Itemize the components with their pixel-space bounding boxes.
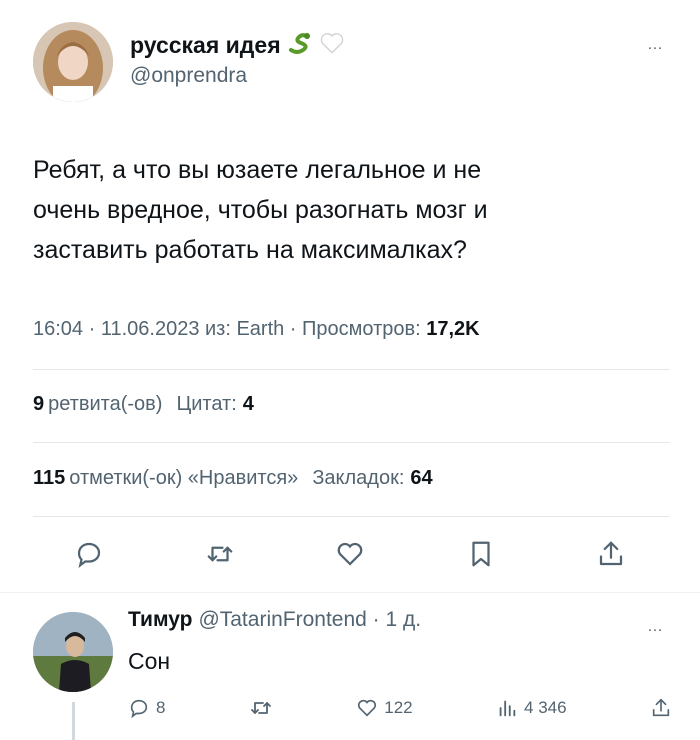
views-chart-icon: [499, 700, 516, 717]
bookmarks-count: 64: [410, 467, 433, 489]
more-icon[interactable]: …: [647, 36, 664, 54]
divider: [0, 592, 700, 593]
retweet-icon[interactable]: [203, 537, 237, 571]
reply-reply-button[interactable]: 8: [128, 697, 165, 719]
reply-replies-count: 8: [156, 698, 166, 717]
bookmarks-label: Закладок:: [312, 467, 405, 489]
reply-views-button[interactable]: 4 346: [496, 697, 567, 719]
divider: [33, 516, 670, 517]
reply-handle-time[interactable]: @TatarinFrontend · 1 д.: [198, 608, 421, 632]
reply-text: Сон: [128, 648, 171, 674]
tweet-meta: 16:04 · 11.06.2023 из: Earth · Просмотро…: [33, 318, 480, 341]
divider: [33, 369, 670, 370]
reply-icon[interactable]: [72, 537, 106, 571]
tweet-timestamp-source: 16:04 · 11.06.2023 из: Earth · Просмотро…: [33, 318, 427, 340]
quotes-label: Цитат:: [176, 393, 237, 415]
author-name[interactable]: русская идея: [130, 32, 281, 59]
reply-icon: [130, 699, 148, 719]
reply-retweet-button[interactable]: [249, 696, 273, 720]
author-handle[interactable]: @onprendra: [130, 64, 345, 88]
thread-line: [72, 702, 75, 740]
reply-more-icon[interactable]: …: [647, 618, 664, 636]
retweets-quotes-row: 9 ретвита(-ов) Цитат: 4: [33, 393, 258, 416]
bookmark-icon[interactable]: [464, 537, 498, 571]
reply-actions: 8 122 4 346: [128, 696, 672, 720]
tweet-header: русская идея @onprendra …: [33, 22, 670, 102]
quotes-stat[interactable]: Цитат: 4: [176, 393, 257, 416]
likes-stat[interactable]: 115 отметки(-ок) «Нравится»: [33, 467, 298, 490]
reply-share-button[interactable]: [650, 697, 672, 719]
snake-emoji-icon: [287, 30, 313, 61]
reply-views-count: 4 346: [524, 698, 567, 717]
reply-author-avatar[interactable]: [33, 612, 113, 692]
likes-bookmarks-row: 115 отметки(-ок) «Нравится» Закладок: 64: [33, 467, 437, 490]
like-icon[interactable]: [333, 537, 367, 571]
likes-count: 115: [33, 467, 66, 489]
reply-like-button[interactable]: 122: [356, 697, 413, 719]
divider: [33, 442, 670, 443]
share-icon: [652, 698, 670, 717]
retweet-icon: [250, 702, 271, 714]
bookmarks-stat[interactable]: Закладок: 64: [312, 467, 436, 490]
tweet-actions: [72, 536, 628, 572]
views-count: 17,2K: [426, 318, 480, 340]
reply-tweet[interactable]: Тимур @TatarinFrontend · 1 д. … Сон 8 12…: [0, 600, 700, 740]
reply-author-name[interactable]: Тимур: [128, 608, 192, 632]
tweet-text: Ребят, а что вы юзаете легальное и не оч…: [33, 156, 488, 264]
white-heart-icon: [319, 30, 345, 61]
like-icon: [358, 699, 377, 717]
share-icon[interactable]: [594, 537, 628, 571]
author-avatar[interactable]: [33, 22, 113, 102]
retweets-label: ретвита(-ов): [48, 393, 163, 415]
retweets-stat[interactable]: 9 ретвита(-ов): [33, 393, 162, 416]
reply-likes-count: 122: [384, 698, 413, 717]
likes-label: отметки(-ок) «Нравится»: [69, 467, 299, 489]
reply-header: Тимур @TatarinFrontend · 1 д.: [128, 608, 421, 632]
quotes-count: 4: [242, 393, 254, 415]
retweets-count: 9: [33, 393, 45, 415]
